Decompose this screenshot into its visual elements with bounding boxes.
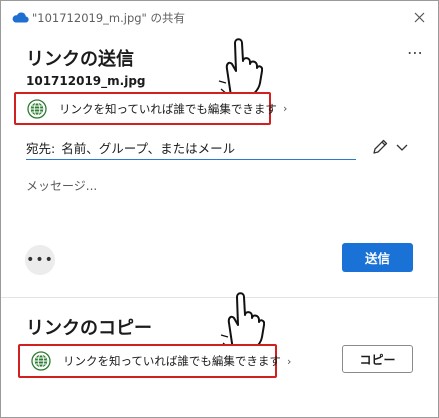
message-input[interactable]: メッセージ... [26,177,406,217]
link-settings-button-send[interactable]: リンクを知っていれば誰でも編集できます › [14,92,287,125]
file-name: 101712019_m.jpg [26,74,146,88]
chevron-right-icon: › [282,102,288,115]
pointing-hand-icon [218,38,263,97]
chevron-right-icon: › [286,354,292,368]
onedrive-cloud-icon [12,12,29,23]
window-title: "101712019_m.jpg" の共有 [32,11,185,25]
copy-button[interactable]: コピー [342,345,413,373]
pencil-icon[interactable] [371,138,389,156]
chevron-down-icon[interactable] [394,139,410,155]
recipient-label: 宛先: [26,140,56,156]
copy-link-title: リンクのコピー [26,318,152,339]
globe-icon [27,98,47,119]
send-button[interactable]: 送信 [342,243,413,272]
globe-icon [31,351,51,371]
title-bar: "101712019_m.jpg" の共有 [1,1,438,35]
share-dialog: "101712019_m.jpg" の共有 ⋯ リンクの送信 101712019… [0,0,439,418]
link-settings-button-copy[interactable]: リンクを知っていれば誰でも編集できます › [18,344,291,378]
link-setting-label: リンクを知っていれば誰でも編集できます [63,354,281,368]
send-link-title: リンクの送信 [26,49,134,70]
link-setting-label: リンクを知っていれば誰でも編集できます [59,101,277,116]
close-icon [414,12,424,22]
more-actions-button[interactable]: ••• [25,245,55,275]
recipient-field[interactable]: 宛先: 名前、グループ、またはメール [26,135,356,160]
more-options-button[interactable]: ⋯ [407,43,424,62]
close-button[interactable] [408,6,430,28]
recipient-input[interactable]: 名前、グループ、またはメール [61,138,235,157]
